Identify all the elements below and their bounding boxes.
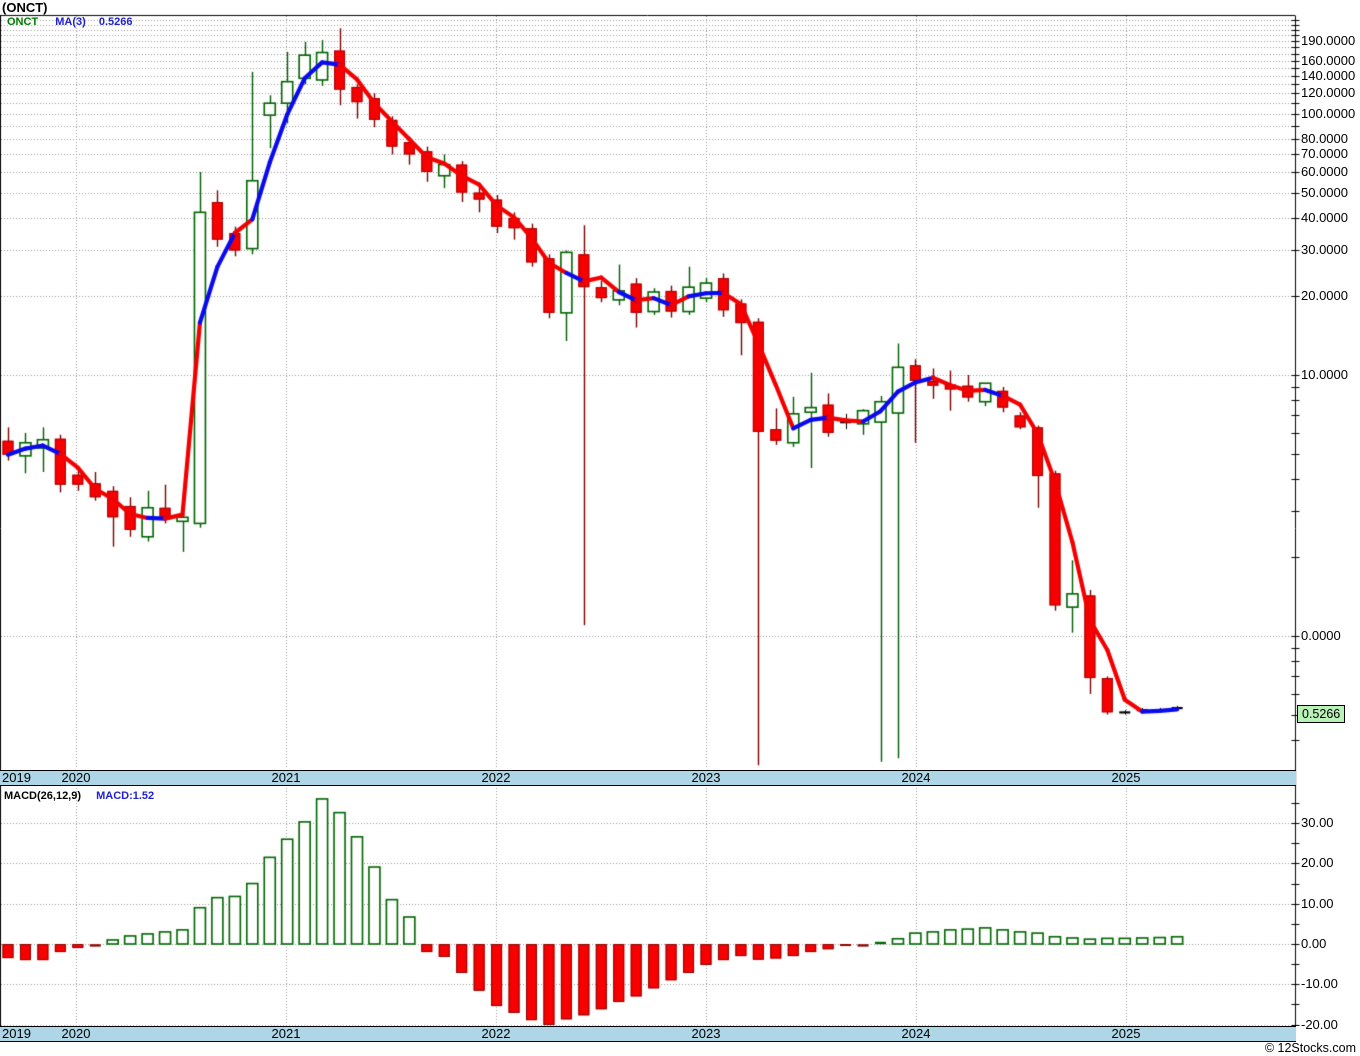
price-axis-label: 30.0000 — [1301, 242, 1348, 258]
year-label-2024: 2024 — [901, 770, 931, 785]
year-label-2022: 2022 — [481, 1026, 511, 1041]
price-axis-label: 190.0000 — [1301, 33, 1356, 49]
last-price-tag: 0.5266 — [1297, 705, 1346, 723]
year-label-2019: 2019 — [2, 770, 31, 785]
price-axis-label: 140.0000 — [1301, 67, 1356, 83]
price-axis-label: 70.0000 — [1301, 146, 1348, 162]
legend-symbol: ONCT — [7, 16, 39, 28]
macd-axis-label: 0.00 — [1301, 936, 1327, 951]
stock-chart-canvas — [0, 0, 1360, 1056]
year-label-2023: 2023 — [691, 770, 721, 785]
year-label-2020: 2020 — [61, 1026, 91, 1041]
legend-ma-value: 0.5266 — [98, 16, 133, 28]
macd-params-label: MACD(26,12,9) — [4, 790, 82, 802]
year-label-2022: 2022 — [481, 770, 511, 785]
price-axis-label: 160.0000 — [1301, 52, 1356, 68]
year-label-2021: 2021 — [271, 1026, 301, 1041]
price-axis-label: 0.0000 — [1301, 628, 1341, 643]
macd-axis-label: 20.00 — [1301, 855, 1334, 871]
macd-axis-label: -20.00 — [1301, 1016, 1338, 1032]
year-label-2024: 2024 — [901, 1026, 931, 1041]
price-axis-label: 40.0000 — [1301, 209, 1348, 225]
price-axis-label: 60.0000 — [1301, 163, 1348, 179]
legend-ma-label: MA(3) — [55, 16, 86, 28]
x-axis-band-main: 2019 2020 2021 2022 2023 2024 2025 — [0, 770, 1296, 786]
watermark: © 12Stocks.com — [1264, 1041, 1356, 1055]
price-axis-label: 80.0000 — [1301, 131, 1348, 147]
macd-legend: MACD(26,12,9) MACD:1.52 — [4, 790, 154, 802]
price-chart-legend: ONCT MA(3) 0.5266 — [7, 16, 133, 28]
year-label-2023: 2023 — [691, 1026, 721, 1041]
year-label-2025: 2025 — [1111, 1026, 1141, 1041]
macd-axis-label: -10.00 — [1301, 976, 1338, 992]
price-axis-label: 120.0000 — [1301, 85, 1356, 101]
price-axis-label: 20.0000 — [1301, 288, 1348, 304]
page-title: (ONCT) — [2, 0, 48, 15]
x-axis-band-macd: 2019 2020 2021 2022 2023 2024 2025 — [0, 1026, 1296, 1042]
price-axis-label: 10.0000 — [1301, 367, 1348, 382]
chart-root: { "header": { "title": "(ONCT)" }, "lege… — [0, 0, 1360, 1056]
price-axis-label: 100.0000 — [1301, 106, 1356, 121]
macd-value-label: MACD:1.52 — [96, 790, 155, 802]
year-label-2019: 2019 — [2, 1026, 31, 1041]
macd-axis-label: 10.00 — [1301, 895, 1334, 911]
year-label-2021: 2021 — [271, 770, 301, 785]
macd-axis-label: 30.00 — [1301, 815, 1334, 831]
year-label-2020: 2020 — [61, 770, 91, 785]
price-axis-label: 50.0000 — [1301, 184, 1348, 200]
year-label-2025: 2025 — [1111, 770, 1141, 785]
